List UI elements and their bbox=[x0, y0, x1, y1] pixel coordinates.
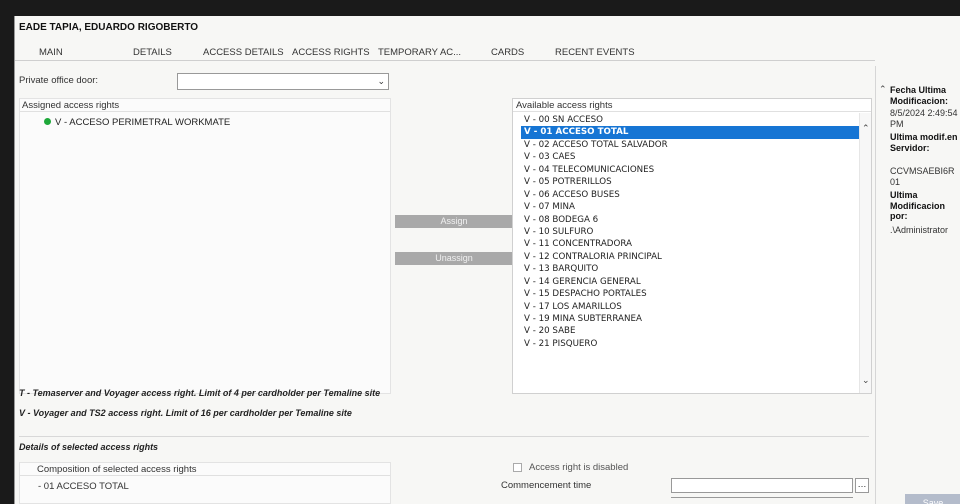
tab-access-details[interactable]: ACCESS DETAILS bbox=[203, 47, 284, 58]
private-office-label: Private office door: bbox=[19, 75, 99, 86]
list-item[interactable]: V - 11 CONCENTRADORA bbox=[521, 238, 861, 250]
list-item[interactable]: V - 17 LOS AMARILLOS bbox=[521, 301, 861, 313]
list-item[interactable]: V - 12 CONTRALORIA PRINCIPAL bbox=[521, 251, 861, 263]
tab-details[interactable]: DETAILS bbox=[133, 47, 172, 58]
chevron-up-icon[interactable]: ⌃ bbox=[862, 123, 870, 134]
composition-header: Composition of selected access rights bbox=[20, 463, 390, 476]
chevron-down-icon: ⌄ bbox=[377, 76, 385, 86]
list-item[interactable]: V - 10 SULFURO bbox=[521, 226, 861, 238]
tab-recent-events[interactable]: RECENT EVENTS bbox=[555, 47, 635, 58]
save-button[interactable]: Save bbox=[905, 494, 960, 504]
list-item[interactable]: V - 00 SN ACCESO bbox=[521, 114, 861, 126]
available-rights-panel: Available access rights V - 00 SN ACCESO… bbox=[512, 98, 872, 394]
list-item[interactable]: V - 03 CAES bbox=[521, 151, 861, 163]
list-item[interactable]: V - 02 ACCESO TOTAL SALVADOR bbox=[521, 139, 861, 151]
fecha-label: Fecha Ultima Modificacion: bbox=[890, 85, 948, 106]
list-item[interactable]: V - 15 DESPACHO PORTALES bbox=[521, 288, 861, 300]
assigned-right-label: V - ACCESO PERIMETRAL WORKMATE bbox=[55, 117, 231, 128]
audit-sidebar: ⌃ Fecha Ultima Modificacion: 8/5/2024 2:… bbox=[875, 66, 960, 504]
list-item[interactable]: V - 04 TELECOMUNICACIONES bbox=[521, 164, 861, 176]
tab-temporary-access[interactable]: TEMPORARY AC... bbox=[378, 47, 461, 58]
composition-panel: Composition of selected access rights - … bbox=[19, 462, 391, 504]
server-label: Ultima modif.en Servidor: bbox=[890, 132, 958, 153]
composition-item[interactable]: - 01 ACCESO TOTAL bbox=[38, 481, 129, 492]
end-time-input[interactable] bbox=[671, 497, 853, 504]
assigned-right-item[interactable]: V - ACCESO PERIMETRAL WORKMATE bbox=[44, 117, 230, 128]
tab-access-rights[interactable]: ACCESS RIGHTS bbox=[292, 47, 370, 58]
commencement-label: Commencement time bbox=[501, 480, 592, 491]
server-value: CCVMSAEBI6R 01 bbox=[890, 166, 955, 187]
list-item[interactable]: V - 14 GERENCIA GENERAL bbox=[521, 276, 861, 288]
fecha-value: 8/5/2024 2:49:54 PM bbox=[890, 108, 958, 129]
list-scrollbar[interactable]: ⌃ ⌄ bbox=[859, 113, 871, 393]
por-label: Ultima Modificacion por: bbox=[890, 190, 946, 221]
private-office-select[interactable]: ⌄ bbox=[177, 73, 389, 90]
status-dot-icon bbox=[44, 118, 51, 125]
list-item[interactable]: V - 21 PISQUERO bbox=[521, 338, 861, 350]
date-picker-button[interactable]: … bbox=[855, 478, 869, 493]
chevron-up-icon[interactable]: ⌃ bbox=[879, 84, 887, 95]
chevron-down-icon[interactable]: ⌄ bbox=[862, 375, 870, 386]
list-item[interactable]: V - 08 BODEGA 6 bbox=[521, 214, 861, 226]
tab-main[interactable]: MAIN bbox=[39, 47, 63, 58]
disabled-checkbox[interactable] bbox=[513, 463, 522, 472]
cardholder-name-title: EADE TAPIA, EDUARDO RIGOBERTO bbox=[19, 22, 199, 33]
list-item[interactable]: V - 20 SABE bbox=[521, 325, 861, 337]
list-item[interactable]: V - 13 BARQUITO bbox=[521, 263, 861, 275]
section-divider bbox=[19, 436, 869, 437]
available-rights-header: Available access rights bbox=[513, 99, 871, 112]
legend-v-note: V - Voyager and TS2 access right. Limit … bbox=[19, 408, 352, 418]
details-section-title: Details of selected access rights bbox=[19, 442, 159, 452]
tab-divider bbox=[15, 60, 875, 61]
commencement-input[interactable] bbox=[671, 478, 853, 493]
por-value: .\Administrator bbox=[890, 225, 949, 235]
cardholder-window: EADE TAPIA, EDUARDO RIGOBERTO MAIN DETAI… bbox=[14, 16, 960, 504]
list-item[interactable]: V - 07 MINA bbox=[521, 201, 861, 213]
unassign-button[interactable]: Unassign bbox=[395, 252, 513, 265]
list-item-selected[interactable]: V - 01 ACCESO TOTAL bbox=[521, 126, 861, 139]
tab-cards[interactable]: CARDS bbox=[491, 47, 524, 58]
assigned-rights-header: Assigned access rights bbox=[20, 99, 390, 112]
assign-button[interactable]: Assign bbox=[395, 215, 513, 228]
disabled-checkbox-label: Access right is disabled bbox=[529, 462, 629, 473]
list-item[interactable]: V - 19 MINA SUBTERRANEA bbox=[521, 313, 861, 325]
available-rights-list[interactable]: V - 00 SN ACCESO V - 01 ACCESO TOTAL V -… bbox=[521, 114, 861, 350]
list-item[interactable]: V - 06 ACCESO BUSES bbox=[521, 189, 861, 201]
legend-t-note: T - Temaserver and Voyager access right.… bbox=[19, 388, 381, 398]
assigned-rights-panel: Assigned access rights V - ACCESO PERIME… bbox=[19, 98, 391, 394]
list-item[interactable]: V - 05 POTRERILLOS bbox=[521, 176, 861, 188]
